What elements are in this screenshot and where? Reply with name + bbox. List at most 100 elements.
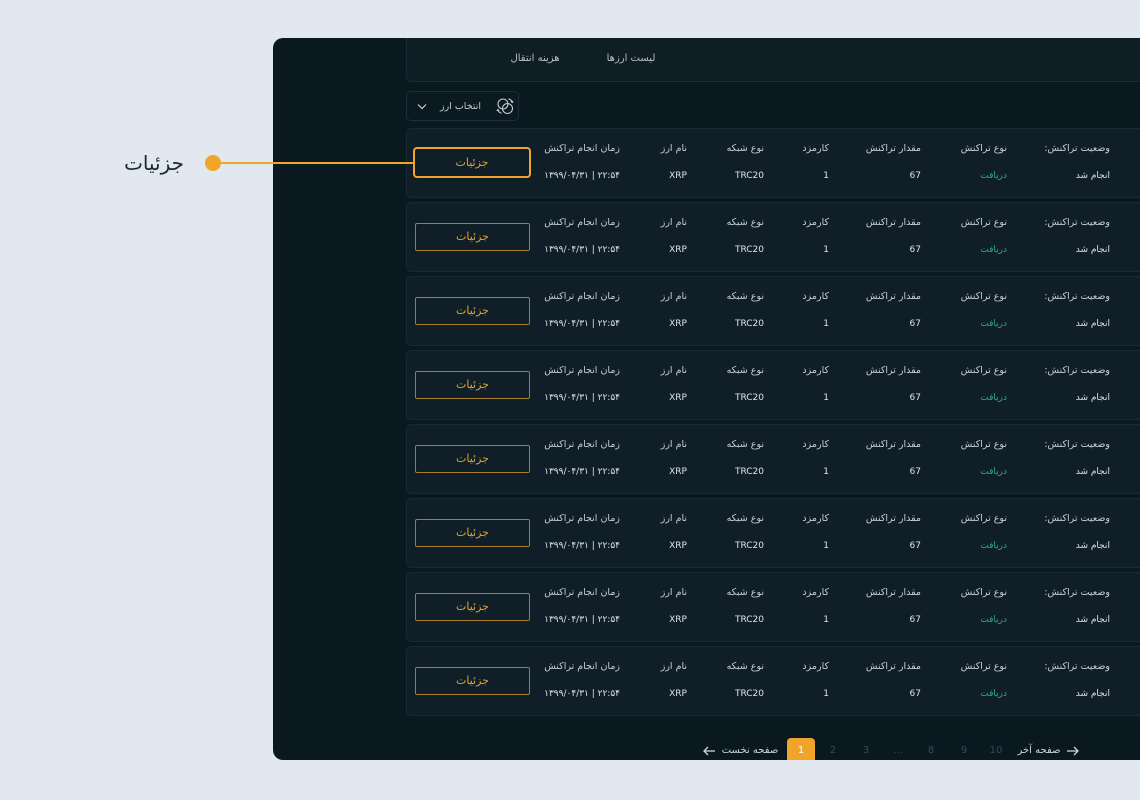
network-label: نوع شبکه [726, 143, 764, 154]
amount-value: 67 [909, 467, 921, 477]
amount-value: 67 [909, 171, 921, 181]
network-value: TRC20 [734, 393, 764, 403]
fee-label: کارمزد [802, 365, 829, 376]
network-label: نوع شبکه [726, 661, 764, 672]
network-value: TRC20 [734, 615, 764, 625]
amount-value: 67 [909, 689, 921, 699]
details-button[interactable]: جزئیات [415, 297, 530, 325]
amount-label: مقدار تراکنش [865, 365, 921, 376]
amount-label: مقدار تراکنش [865, 587, 921, 598]
status-value: انجام شد [1075, 541, 1110, 551]
details-button[interactable]: جزئیات [415, 667, 530, 695]
currency-value: XRP [669, 541, 687, 551]
fee-label: کارمزد [802, 291, 829, 302]
fee-label: کارمزد [802, 143, 829, 154]
amount-label: مقدار تراکنش [865, 439, 921, 450]
type-label: نوع تراکنش [960, 143, 1007, 154]
fee-value: 1 [823, 171, 829, 181]
currency-label: نام ارز [660, 291, 687, 302]
annotation-label: جزئیات [124, 151, 184, 175]
status-label: وضعیت تراکنش: [1044, 217, 1110, 228]
time-value: ۱۳۹۹/۰۴/۳۱ | ۲۲:۵۴ [544, 467, 620, 477]
time-value: ۱۳۹۹/۰۴/۳۱ | ۲۲:۵۴ [544, 689, 620, 699]
status-value: انجام شد [1075, 245, 1110, 255]
time-value: ۱۳۹۹/۰۴/۳۱ | ۲۲:۵۴ [544, 319, 620, 329]
tab-bar: لیست ارزها هزینه انتقال [406, 38, 1140, 82]
network-value: TRC20 [734, 689, 764, 699]
page-2-button[interactable]: 2 [826, 744, 840, 758]
status-label: وضعیت تراکنش: [1044, 439, 1110, 450]
details-button[interactable]: جزئیات [415, 445, 530, 473]
type-value: دریافت [980, 393, 1007, 403]
transactions-panel: لیست ارزها هزینه انتقال انتخاب ارز وضعیت… [273, 38, 1140, 760]
first-page-link[interactable]: صفحه نخست [722, 744, 779, 758]
fee-value: 1 [823, 541, 829, 551]
time-label: زمان انجام تراکنش [544, 661, 620, 672]
time-value: ۱۳۹۹/۰۴/۳۱ | ۲۲:۵۴ [544, 245, 620, 255]
status-label: وضعیت تراکنش: [1044, 365, 1110, 376]
currency-label: نام ارز [660, 217, 687, 228]
page-9-button[interactable]: 9 [957, 744, 971, 758]
tab-transfer-fee[interactable]: هزینه انتقال [510, 52, 559, 66]
transaction-row: وضعیت تراکنش: انجام شد نوع تراکنش دریافت… [406, 572, 1140, 642]
currency-value: XRP [669, 467, 687, 477]
page-1-button[interactable]: 1 [787, 738, 815, 760]
amount-label: مقدار تراکنش [865, 661, 921, 672]
annotation-leader-line [213, 162, 413, 164]
fee-label: کارمزد [802, 587, 829, 598]
status-value: انجام شد [1075, 467, 1110, 477]
transaction-row: وضعیت تراکنش: انجام شد نوع تراکنش دریافت… [406, 202, 1140, 272]
currency-value: XRP [669, 171, 687, 181]
tab-currency-list[interactable]: لیست ارزها [607, 52, 656, 66]
type-value: دریافت [980, 171, 1007, 181]
type-value: دریافت [980, 245, 1007, 255]
fee-value: 1 [823, 393, 829, 403]
fee-label: کارمزد [802, 217, 829, 228]
fee-value: 1 [823, 319, 829, 329]
page-3-button[interactable]: 3 [859, 744, 873, 758]
type-label: نوع تراکنش [960, 439, 1007, 450]
type-value: دریافت [980, 615, 1007, 625]
currency-value: XRP [669, 615, 687, 625]
status-value: انجام شد [1075, 689, 1110, 699]
time-value: ۱۳۹۹/۰۴/۳۱ | ۲۲:۵۴ [544, 541, 620, 551]
details-button[interactable]: جزئیات [415, 519, 530, 547]
network-value: TRC20 [734, 541, 764, 551]
fee-value: 1 [823, 615, 829, 625]
details-button[interactable]: جزئیات [415, 593, 530, 621]
currency-label: نام ارز [660, 513, 687, 524]
network-value: TRC20 [734, 319, 764, 329]
type-label: نوع تراکنش [960, 217, 1007, 228]
type-label: نوع تراکنش [960, 365, 1007, 376]
arrow-right-icon[interactable] [1066, 746, 1080, 756]
amount-value: 67 [909, 615, 921, 625]
network-label: نوع شبکه [726, 291, 764, 302]
page-8-button[interactable]: 8 [924, 744, 938, 758]
details-button[interactable]: جزئیات [415, 223, 530, 251]
time-label: زمان انجام تراکنش [544, 513, 620, 524]
page-10-button[interactable]: 10 [989, 744, 1003, 758]
time-label: زمان انجام تراکنش [544, 291, 620, 302]
status-value: انجام شد [1075, 393, 1110, 403]
fee-value: 1 [823, 245, 829, 255]
status-label: وضعیت تراکنش: [1044, 291, 1110, 302]
arrow-left-icon[interactable] [702, 746, 716, 756]
transaction-row: وضعیت تراکنش: انجام شد نوع تراکنش دریافت… [406, 350, 1140, 420]
status-value: انجام شد [1075, 319, 1110, 329]
fee-value: 1 [823, 467, 829, 477]
details-button[interactable]: جزئیات [413, 147, 531, 178]
network-value: TRC20 [734, 467, 764, 477]
currency-value: XRP [669, 689, 687, 699]
type-label: نوع تراکنش [960, 291, 1007, 302]
amount-label: مقدار تراکنش [865, 217, 921, 228]
details-button[interactable]: جزئیات [415, 371, 530, 399]
currency-select[interactable]: انتخاب ارز [406, 91, 519, 121]
time-value: ۱۳۹۹/۰۴/۳۱ | ۲۲:۵۴ [544, 393, 620, 403]
type-label: نوع تراکنش [960, 587, 1007, 598]
time-value: ۱۳۹۹/۰۴/۳۱ | ۲۲:۵۴ [544, 171, 620, 181]
time-label: زمان انجام تراکنش [544, 143, 620, 154]
currency-label: نام ارز [660, 587, 687, 598]
currency-label: نام ارز [660, 143, 687, 154]
last-page-link[interactable]: صفحه آخر [1017, 744, 1060, 758]
page-ellipsis: ... [893, 745, 903, 756]
